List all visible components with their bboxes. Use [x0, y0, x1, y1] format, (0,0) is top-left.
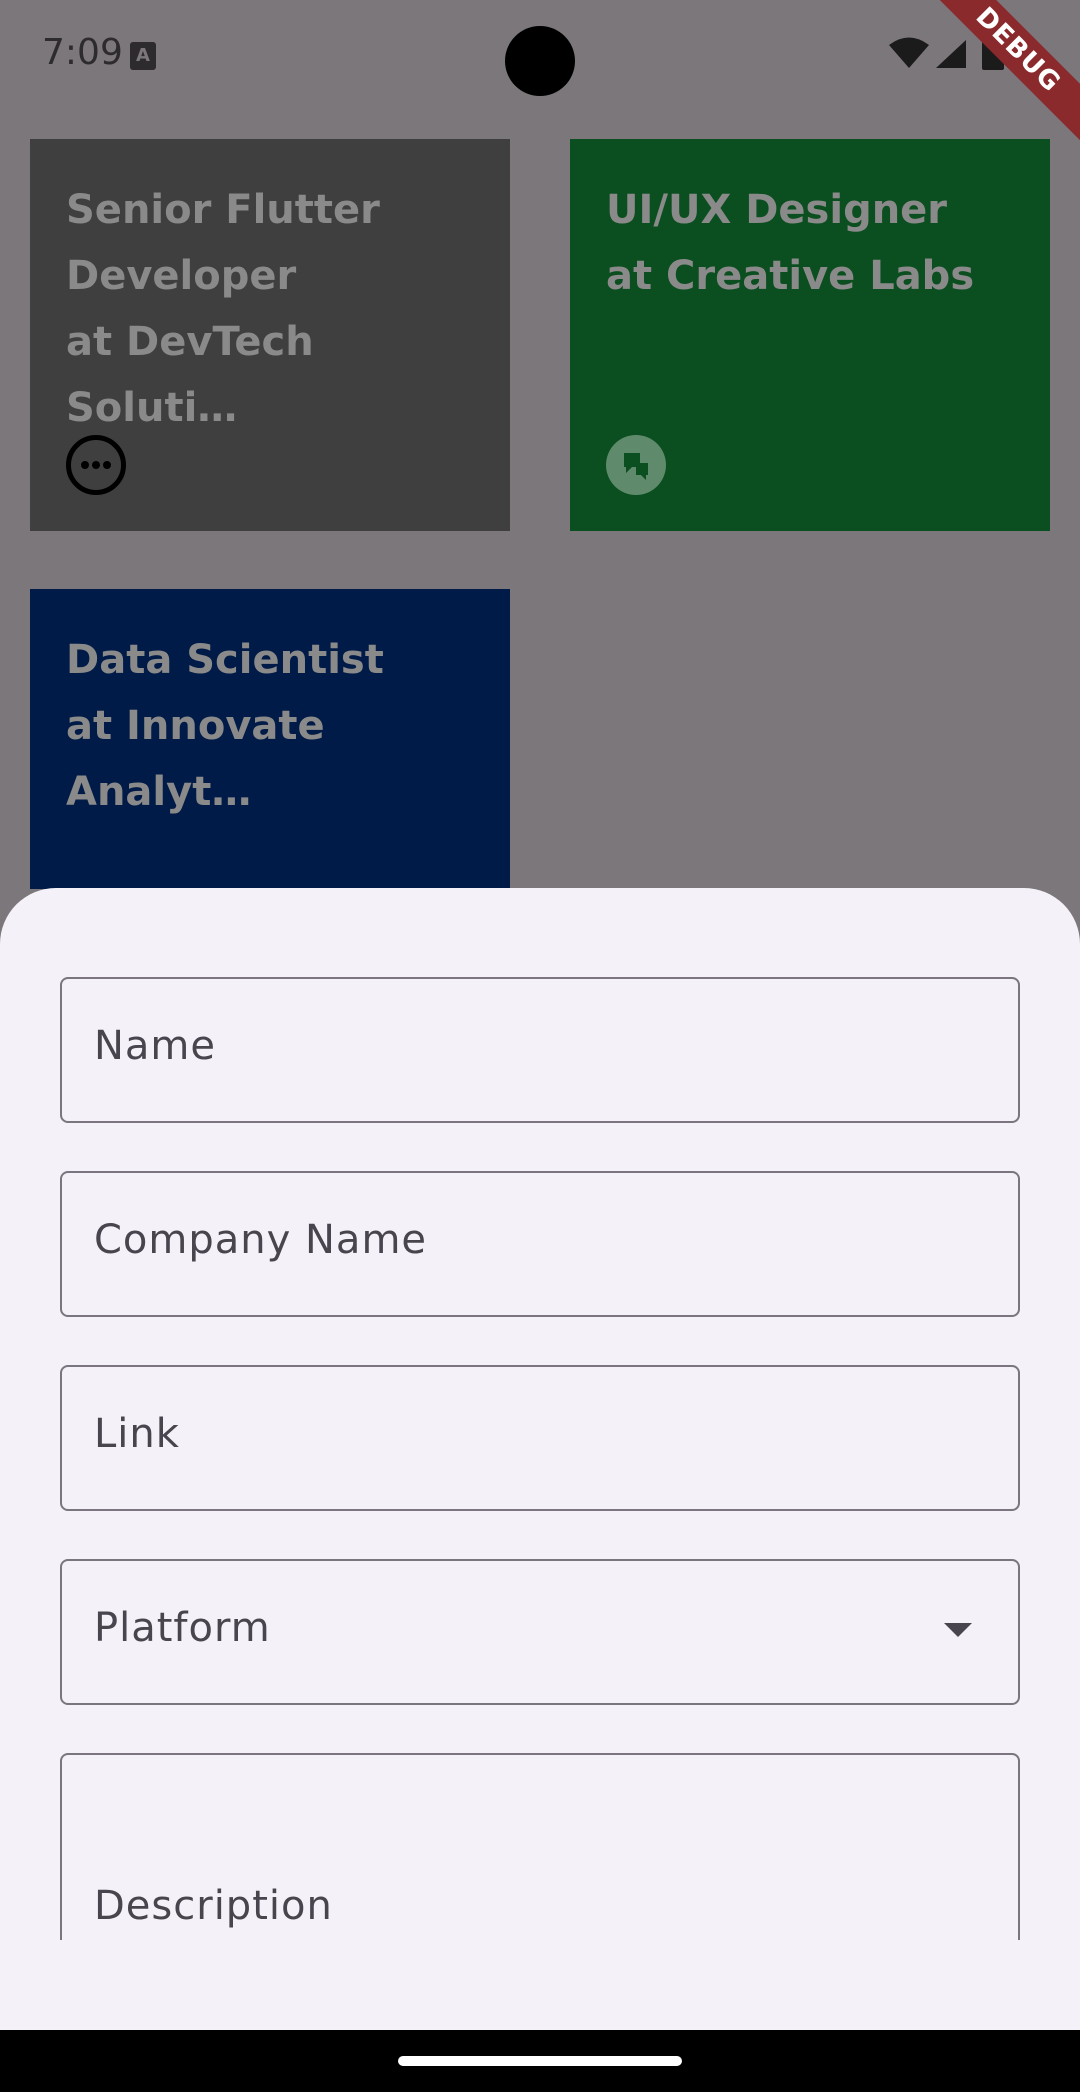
job-card-title: Senior Flutter Developer at DevTech Solu…: [66, 187, 380, 431]
link-field-label: Link: [94, 1411, 180, 1457]
form-scroll-area[interactable]: Name Company Name Link Platform Descript…: [0, 888, 1080, 1940]
status-bar: 7:09 A DEBUG: [0, 0, 1080, 149]
description-field[interactable]: Description: [60, 1753, 1020, 1940]
company-name-field[interactable]: Company Name: [60, 1171, 1020, 1317]
name-field-label: Name: [94, 1023, 217, 1069]
job-card-title: UI/UX Designer at Creative Labs: [606, 187, 975, 299]
platform-dropdown-label: Platform: [94, 1605, 271, 1651]
job-card-title: Data Scientist at Innovate Analyt…: [66, 637, 384, 815]
job-card-data-scientist[interactable]: Data Scientist at Innovate Analyt…: [30, 589, 510, 889]
debug-banner: DEBUG: [920, 0, 1080, 160]
more-horiz-circle-icon: [66, 435, 126, 495]
notification-a-icon: A: [130, 42, 156, 70]
status-time: 7:09: [42, 32, 123, 73]
camera-cutout: [505, 26, 575, 96]
chat-bubbles-icon: [606, 435, 666, 495]
debug-banner-label: DEBUG: [920, 0, 1080, 149]
bottom-sheet: Name Company Name Link Platform Descript…: [0, 888, 1080, 2030]
job-card-ui-ux-designer[interactable]: UI/UX Designer at Creative Labs: [570, 139, 1050, 531]
name-field[interactable]: Name: [60, 977, 1020, 1123]
company-name-field-label: Company Name: [94, 1217, 428, 1263]
description-field-label: Description: [94, 1883, 333, 1929]
link-field[interactable]: Link: [60, 1365, 1020, 1511]
platform-dropdown[interactable]: Platform: [60, 1559, 1020, 1705]
job-card-senior-flutter-developer[interactable]: Senior Flutter Developer at DevTech Solu…: [30, 139, 510, 531]
dropdown-arrow-icon[interactable]: [944, 1623, 972, 1637]
home-gesture-handle[interactable]: [398, 2056, 682, 2066]
navigation-bar: [0, 2030, 1080, 2092]
